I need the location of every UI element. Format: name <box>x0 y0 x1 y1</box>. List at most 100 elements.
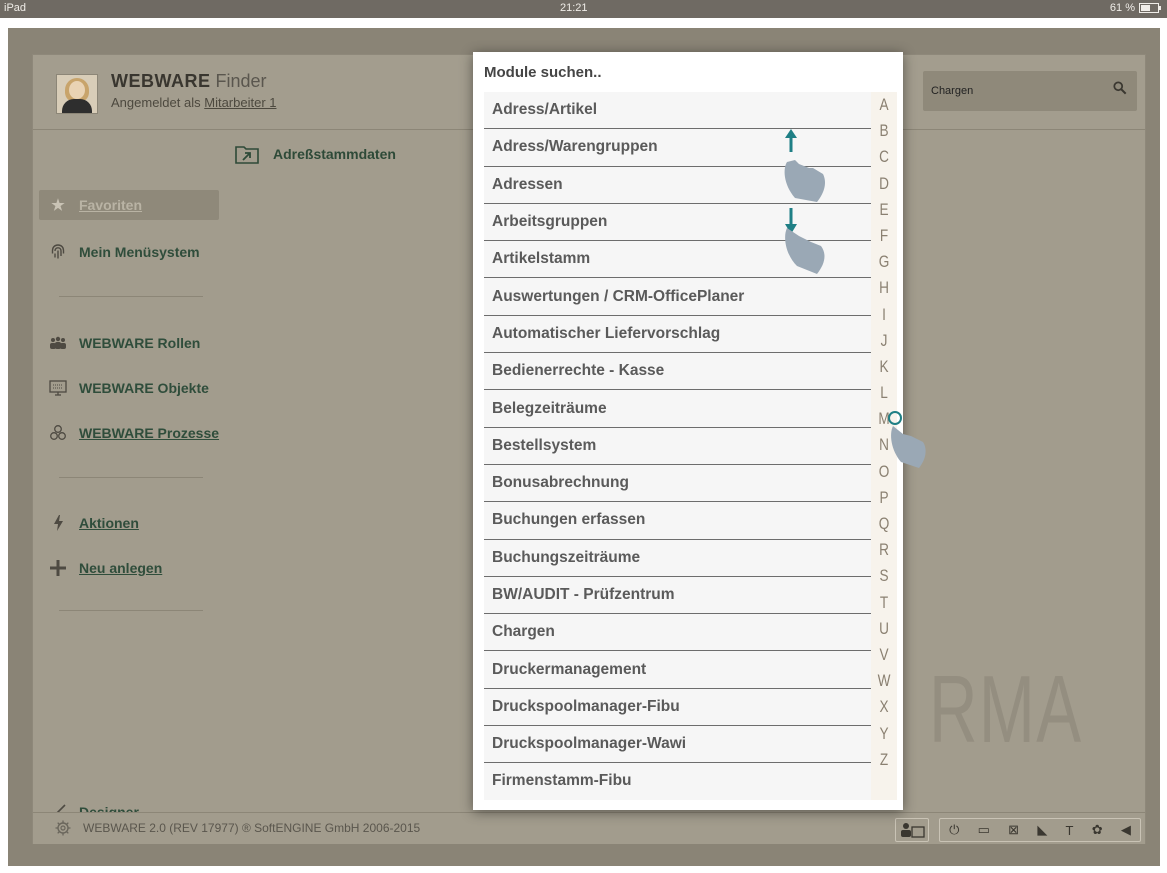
module-search-popover: Module suchen.. Adress/Artikel Adress/War… <box>473 52 926 810</box>
sidebar-item-prozesse[interactable]: WEBWARE Prozesse <box>39 418 219 448</box>
brand-name: WEBWARE <box>111 71 211 91</box>
text-icon[interactable]: T <box>1066 823 1074 838</box>
sidebar-item-rollen[interactable]: WEBWARE Rollen <box>39 328 200 358</box>
alphabet-letter[interactable]: V <box>874 642 895 668</box>
monitor-icon <box>47 379 69 397</box>
alphabet-letter[interactable]: Y <box>874 721 895 747</box>
user-link[interactable]: Mitarbeiter 1 <box>204 95 276 110</box>
battery-percent: 61 % <box>1109 2 1135 14</box>
plus-icon <box>47 559 69 577</box>
module-list-item[interactable]: Firmenstamm-Fibu <box>484 763 871 800</box>
window-icon[interactable]: ▭ <box>978 822 990 838</box>
alphabet-letter[interactable]: A <box>874 92 895 118</box>
watermark: RMA <box>929 656 1083 763</box>
alphabet-letter[interactable]: W <box>874 668 895 694</box>
avatar[interactable] <box>56 74 98 114</box>
search-icon[interactable] <box>1113 81 1127 95</box>
module-list-item[interactable]: Buchungen erfassen <box>484 502 871 540</box>
module-list-item[interactable]: Bonusabrechnung <box>484 464 871 503</box>
sidebar-item-label: Mein Menüsystem <box>79 244 200 260</box>
folder-link-icon <box>235 146 259 164</box>
alphabet-letter[interactable]: I <box>874 302 895 328</box>
clapper-icon[interactable]: ◣ <box>1037 822 1047 838</box>
alphabet-letter[interactable]: Q <box>874 511 895 537</box>
clock: 21:21 <box>560 2 588 14</box>
alphabet-letter[interactable]: R <box>874 537 895 563</box>
sidebar-item-objekte[interactable]: WEBWARE Objekte <box>39 373 209 403</box>
status-bar: iPad 21:21 61 % <box>0 0 1167 18</box>
battery-icon <box>1139 3 1161 13</box>
alphabet-letter[interactable]: U <box>874 616 895 642</box>
alphabet-letter[interactable]: H <box>874 275 895 301</box>
sidebar-item-label: WEBWARE Objekte <box>79 380 209 396</box>
sidebar-item-label: Favoriten <box>79 197 143 213</box>
speaker-icon[interactable]: ◀ <box>1121 822 1131 838</box>
alphabet-letter[interactable]: F <box>874 223 895 249</box>
battery-status: 61 % <box>1109 2 1161 14</box>
sidebar-item-aktionen[interactable]: Aktionen <box>39 508 139 538</box>
footer-toolbar: ⏻ ▭ ⊠ ◣ T ✿ ◀ <box>939 818 1141 842</box>
users-icon <box>901 823 925 838</box>
folder-label: Adreßstammdaten <box>273 146 396 162</box>
alphabet-letter[interactable]: B <box>874 118 895 144</box>
brand-subtitle: Finder <box>215 71 267 91</box>
sidebar-item-menuesystem[interactable]: Mein Menüsystem <box>39 237 200 267</box>
swipe-down-hint-icon <box>785 208 825 274</box>
module-list-item[interactable]: Bestellsystem <box>484 427 871 465</box>
swipe-up-hint-icon <box>784 129 825 202</box>
user-switch-button[interactable] <box>895 818 929 842</box>
fingerprint-icon <box>47 243 69 261</box>
module-list-item[interactable]: Druckspoolmanager-Fibu <box>484 688 871 727</box>
alphabet-letter[interactable]: E <box>874 197 895 223</box>
fullscreen-icon[interactable]: ⊠ <box>1008 822 1019 838</box>
sidebar-item-label: WEBWARE Rollen <box>79 335 201 351</box>
device-label: iPad <box>4 2 27 14</box>
sidebar-divider <box>59 610 203 611</box>
sidebar-divider <box>59 296 203 297</box>
module-list-item[interactable]: Automatischer Liefervorschlag <box>484 315 871 354</box>
power-icon[interactable]: ⏻ <box>949 822 959 838</box>
alphabet-letter[interactable]: L <box>874 380 895 406</box>
alphabet-letter[interactable]: S <box>874 563 895 589</box>
sidebar-divider <box>59 477 203 478</box>
palette-icon[interactable]: ✿ <box>1092 822 1103 838</box>
login-info: Angemeldet als Mitarbeiter 1 <box>111 95 277 110</box>
app-title: WEBWARE Finder <box>111 71 267 92</box>
sidebar-item-neu-anlegen[interactable]: Neu anlegen <box>39 553 162 583</box>
module-list-item[interactable]: Auswertungen / CRM-OfficePlaner <box>484 278 871 316</box>
popover-title: Module suchen.. <box>484 64 602 81</box>
module-list-item[interactable]: Druckspoolmanager-Wawi <box>484 726 871 764</box>
sidebar-item-favoriten[interactable]: ★ Favoriten <box>39 190 219 220</box>
alphabet-letter[interactable]: J <box>874 328 895 354</box>
alphabet-letter[interactable]: G <box>874 249 895 275</box>
login-prefix: Angemeldet als <box>111 95 201 110</box>
alphabet-letter[interactable]: P <box>874 485 895 511</box>
module-list-item[interactable]: Chargen <box>484 614 871 652</box>
alphabet-letter[interactable]: Z <box>874 747 895 773</box>
folder-item[interactable]: Adreßstammdaten <box>235 144 396 164</box>
lightning-icon <box>47 514 69 532</box>
search-input[interactable] <box>929 79 1093 103</box>
footer: WEBWARE 2.0 (REV 17977) ® SoftENGINE Gmb… <box>33 812 1145 844</box>
sidebar-item-label: WEBWARE Prozesse <box>79 425 220 441</box>
alphabet-letter[interactable]: D <box>874 171 895 197</box>
sidebar-item-label: Neu anlegen <box>79 560 163 576</box>
module-list-item[interactable]: Belegzeiträume <box>484 390 871 428</box>
sidebar-item-label: Aktionen <box>79 515 139 531</box>
module-list-item[interactable]: Buchungszeiträume <box>484 539 871 577</box>
alphabet-letter[interactable]: X <box>874 694 895 720</box>
search-box <box>923 71 1137 111</box>
star-icon: ★ <box>51 197 65 214</box>
copyright-text: WEBWARE 2.0 (REV 17977) ® SoftENGINE Gmb… <box>83 821 421 835</box>
gear-icon[interactable] <box>55 820 71 836</box>
content-area: Adreßstammdaten <box>229 130 459 790</box>
alphabet-letter[interactable]: C <box>874 144 895 170</box>
process-icon <box>47 424 69 442</box>
module-list-item[interactable]: Bedienerrechte - Kasse <box>484 353 871 391</box>
module-list-item[interactable]: Adress/Artikel <box>484 92 871 130</box>
module-list-item[interactable]: BW/AUDIT - Prüfzentrum <box>484 576 871 615</box>
module-list-item[interactable]: Druckermanagement <box>484 651 871 689</box>
alphabet-letter[interactable]: T <box>874 590 895 616</box>
alphabet-letter[interactable]: K <box>874 354 895 380</box>
tap-hint-icon <box>888 411 926 468</box>
